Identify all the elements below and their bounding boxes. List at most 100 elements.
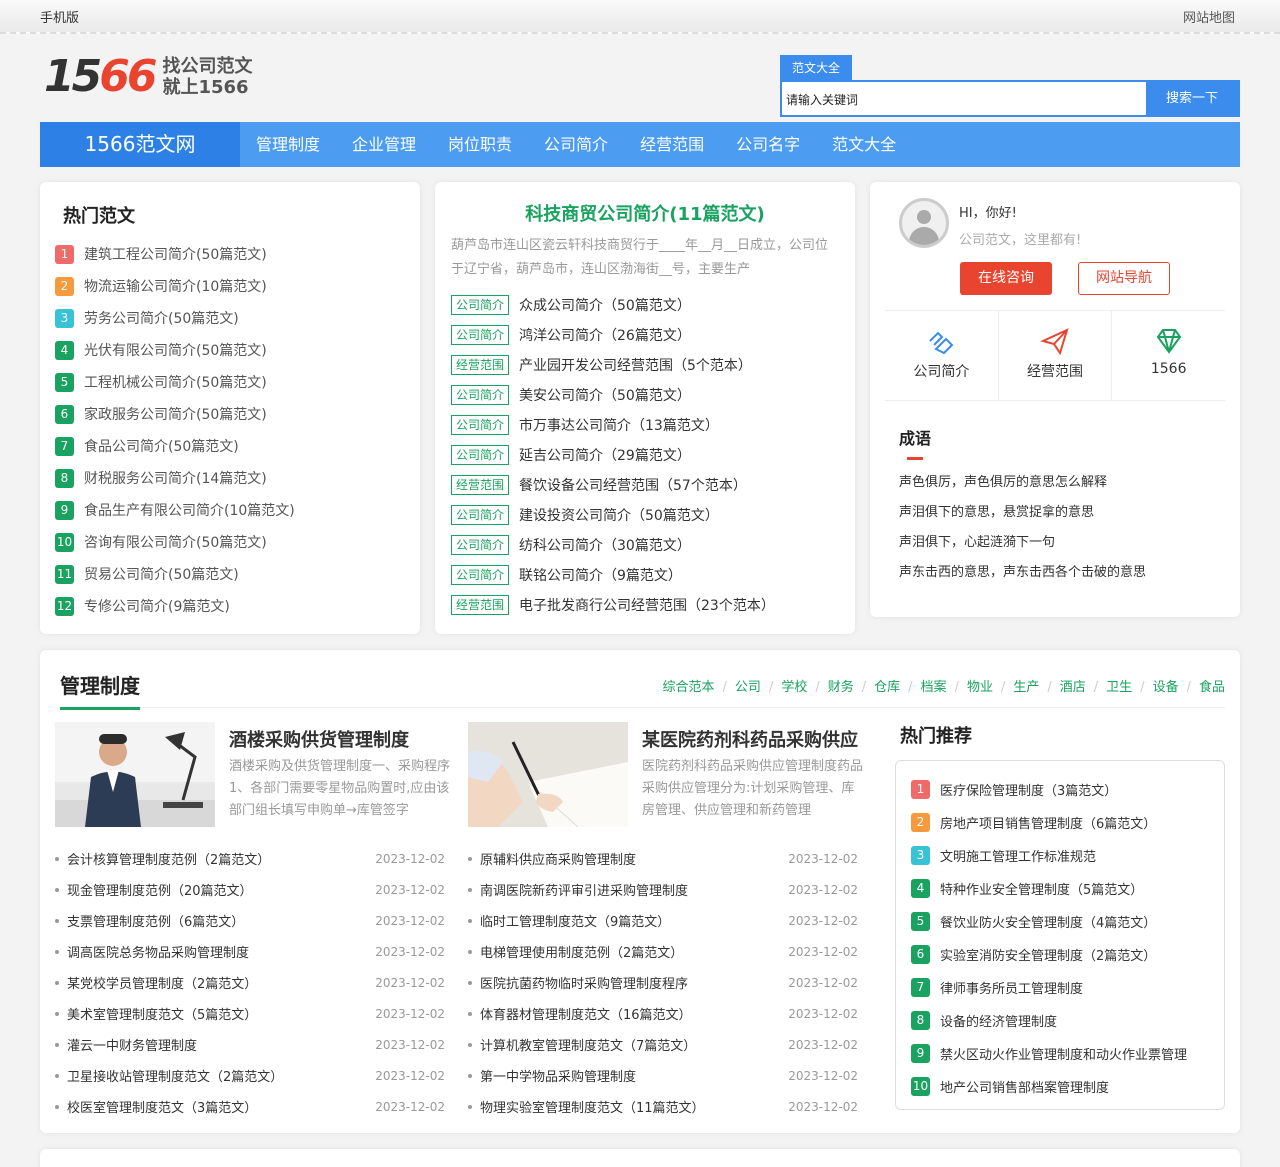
category-tag[interactable]: 公司简介	[451, 565, 510, 585]
list-item[interactable]: 灌云一中财务管理制度 2023-12-02	[55, 1029, 445, 1060]
list-item[interactable]: 会计核算管理制度范例（2篇范文） 2023-12-02	[55, 843, 445, 874]
category-link[interactable]: 仓库	[874, 680, 900, 695]
category-link[interactable]: 物业	[967, 680, 993, 695]
list-item[interactable]: 支票管理制度范例（6篇范文） 2023-12-02	[55, 905, 445, 936]
recommend-item[interactable]: 9 禁火区动火作业管理制度和动火作业票管理	[911, 1037, 1209, 1070]
nav-item[interactable]: 经营范围	[624, 122, 720, 167]
recommend-item[interactable]: 7 律师事务所员工管理制度	[911, 971, 1209, 1004]
featured-item[interactable]: 公司简介 众成公司简介（50篇范文）	[451, 290, 839, 320]
category-link[interactable]: 生产	[1013, 680, 1039, 695]
list-item-title[interactable]: 现金管理制度范例（20篇范文）	[67, 880, 375, 899]
category-tag[interactable]: 公司简介	[451, 535, 510, 555]
featured-item[interactable]: 公司简介 联铭公司简介（9篇范文）	[451, 560, 839, 590]
hot-item[interactable]: 4 光伏有限公司简介(50篇范文)	[55, 334, 405, 366]
featured-item-label[interactable]: 鸿洋公司简介（26篇范文）	[519, 325, 691, 345]
hot-item[interactable]: 3 劳务公司简介(50篇范文)	[55, 302, 405, 334]
list-item[interactable]: 调高医院总务物品采购管理制度 2023-12-02	[55, 936, 445, 967]
nav-brand[interactable]: 1566范文网	[40, 122, 240, 167]
list-item-title[interactable]: 临时工管理制度范文（9篇范文）	[480, 911, 788, 930]
hot-item-label[interactable]: 家政服务公司简介(50篇范文)	[84, 404, 267, 424]
list-item[interactable]: 第一中学物品采购管理制度 2023-12-02	[468, 1060, 858, 1091]
featured-item[interactable]: 公司简介 纺科公司简介（30篇范文）	[451, 530, 839, 560]
featured-item-label[interactable]: 联铭公司简介（9篇范文）	[519, 565, 682, 585]
article-thumbnail[interactable]	[468, 722, 628, 827]
search-tab[interactable]: 范文大全	[780, 55, 853, 80]
sitemap-link[interactable]: 网站地图	[1183, 7, 1235, 26]
category-link[interactable]: 财务	[828, 680, 854, 695]
category-tag[interactable]: 公司简介	[451, 295, 510, 315]
featured-item-label[interactable]: 电子批发商行公司经营范围（23个范本）	[519, 595, 775, 615]
recommend-item-label[interactable]: 实验室消防安全管理制度（2篇范文）	[940, 945, 1156, 964]
quick-company-intro[interactable]: 公司简介	[885, 311, 999, 400]
idiom-link[interactable]: 声泪俱下，心起涟漪下一句	[899, 528, 1149, 558]
featured-item-label[interactable]: 产业园开发公司经营范围（5个范本）	[519, 355, 752, 375]
featured-item[interactable]: 公司简介 延吉公司简介（29篇范文）	[451, 440, 839, 470]
site-nav-button[interactable]: 网站导航	[1078, 262, 1170, 295]
nav-item[interactable]: 公司名字	[720, 122, 816, 167]
category-link[interactable]: 食品	[1199, 680, 1225, 695]
list-item[interactable]: 原辅料供应商采购管理制度 2023-12-02	[468, 843, 858, 874]
category-link[interactable]: 设备	[1153, 680, 1179, 695]
recommend-item[interactable]: 8 设备的经济管理制度	[911, 1004, 1209, 1037]
category-link[interactable]: 酒店	[1060, 680, 1086, 695]
list-item[interactable]: 校医室管理制度范文（3篇范文） 2023-12-02	[55, 1091, 445, 1122]
idiom-link[interactable]: 声色俱厉，声色俱厉的意思怎么解释	[899, 468, 1149, 498]
list-item-title[interactable]: 体育器材管理制度范文（16篇范文）	[480, 1004, 788, 1023]
hot-item[interactable]: 11 贸易公司简介(50篇范文)	[55, 558, 405, 590]
list-item-title[interactable]: 原辅料供应商采购管理制度	[480, 849, 788, 868]
list-item-title[interactable]: 灌云一中财务管理制度	[67, 1035, 375, 1054]
recommend-item-label[interactable]: 餐饮业防火安全管理制度（4篇范文）	[940, 912, 1156, 931]
hot-item[interactable]: 2 物流运输公司简介(10篇范文)	[55, 270, 405, 302]
consult-button[interactable]: 在线咨询	[960, 262, 1052, 295]
recommend-item[interactable]: 6 实验室消防安全管理制度（2篇范文）	[911, 938, 1209, 971]
list-item-title[interactable]: 医院抗菌药物临时采购管理制度程序	[480, 973, 788, 992]
featured-item-label[interactable]: 餐饮设备公司经营范围（57个范本）	[519, 475, 747, 495]
list-item-title[interactable]: 调高医院总务物品采购管理制度	[67, 942, 375, 961]
list-item-title[interactable]: 支票管理制度范例（6篇范文）	[67, 911, 375, 930]
featured-item[interactable]: 公司简介 建设投资公司简介（50篇范文）	[451, 500, 839, 530]
hot-item-label[interactable]: 光伏有限公司简介(50篇范文)	[84, 340, 267, 360]
idiom-link[interactable]: 声东击西的意思，声东击西各个击破的意思	[899, 558, 1149, 588]
list-item[interactable]: 南调医院新药评审引进采购管理制度 2023-12-02	[468, 874, 858, 905]
hot-item-label[interactable]: 财税服务公司简介(14篇范文)	[84, 468, 267, 488]
list-item-title[interactable]: 卫星接收站管理制度范文（2篇范文）	[67, 1066, 375, 1085]
featured-item-label[interactable]: 纺科公司简介（30篇范文）	[519, 535, 691, 555]
recommend-item[interactable]: 3 文明施工管理工作标准规范	[911, 839, 1209, 872]
category-tag[interactable]: 公司简介	[451, 445, 510, 465]
mobile-link[interactable]: 手机版	[40, 7, 79, 26]
list-item-title[interactable]: 校医室管理制度范文（3篇范文）	[67, 1097, 375, 1116]
recommend-item[interactable]: 1 医疗保险管理制度（3篇范文）	[911, 773, 1209, 806]
featured-item[interactable]: 公司简介 美安公司简介（50篇范文）	[451, 380, 839, 410]
nav-item[interactable]: 公司简介	[528, 122, 624, 167]
list-item[interactable]: 医院抗菌药物临时采购管理制度程序 2023-12-02	[468, 967, 858, 998]
featured-item-label[interactable]: 延吉公司简介（29篇范文）	[519, 445, 691, 465]
recommend-item[interactable]: 4 特种作业安全管理制度（5篇范文）	[911, 872, 1209, 905]
list-item[interactable]: 临时工管理制度范文（9篇范文） 2023-12-02	[468, 905, 858, 936]
featured-item[interactable]: 经营范围 餐饮设备公司经营范围（57个范本）	[451, 470, 839, 500]
recommend-item-label[interactable]: 地产公司销售部档案管理制度	[940, 1077, 1109, 1096]
article-title[interactable]: 某医院药剂科药品采购供应	[642, 726, 872, 752]
hot-item-label[interactable]: 物流运输公司简介(10篇范文)	[84, 276, 267, 296]
category-tag[interactable]: 公司简介	[451, 325, 510, 345]
featured-title[interactable]: 科技商贸公司简介(11篇范文)	[451, 200, 839, 226]
hot-item-label[interactable]: 工程机械公司简介(50篇范文)	[84, 372, 267, 392]
hot-item-label[interactable]: 食品生产有限公司简介(10篇范文)	[84, 500, 295, 520]
list-item-title[interactable]: 物理实验室管理制度范文（11篇范文）	[480, 1097, 788, 1116]
category-tag[interactable]: 经营范围	[451, 595, 510, 615]
hot-item[interactable]: 5 工程机械公司简介(50篇范文)	[55, 366, 405, 398]
list-item[interactable]: 体育器材管理制度范文（16篇范文） 2023-12-02	[468, 998, 858, 1029]
category-link[interactable]: 公司	[735, 680, 761, 695]
list-item[interactable]: 美术室管理制度范文（5篇范文） 2023-12-02	[55, 998, 445, 1029]
recommend-item-label[interactable]: 特种作业安全管理制度（5篇范文）	[940, 879, 1143, 898]
article-title[interactable]: 酒楼采购供货管理制度	[229, 726, 459, 752]
hot-item[interactable]: 10 咨询有限公司简介(50篇范文)	[55, 526, 405, 558]
hot-item[interactable]: 8 财税服务公司简介(14篇范文)	[55, 462, 405, 494]
list-item-title[interactable]: 第一中学物品采购管理制度	[480, 1066, 788, 1085]
recommend-item-label[interactable]: 设备的经济管理制度	[940, 1011, 1057, 1030]
list-item-title[interactable]: 计算机教室管理制度范文（7篇范文）	[480, 1035, 788, 1054]
quick-1566[interactable]: 1566	[1112, 311, 1225, 400]
list-item[interactable]: 现金管理制度范例（20篇范文） 2023-12-02	[55, 874, 445, 905]
recommend-item-label[interactable]: 禁火区动火作业管理制度和动火作业票管理	[940, 1044, 1187, 1063]
list-item-title[interactable]: 会计核算管理制度范例（2篇范文）	[67, 849, 375, 868]
category-link[interactable]: 档案	[921, 680, 947, 695]
